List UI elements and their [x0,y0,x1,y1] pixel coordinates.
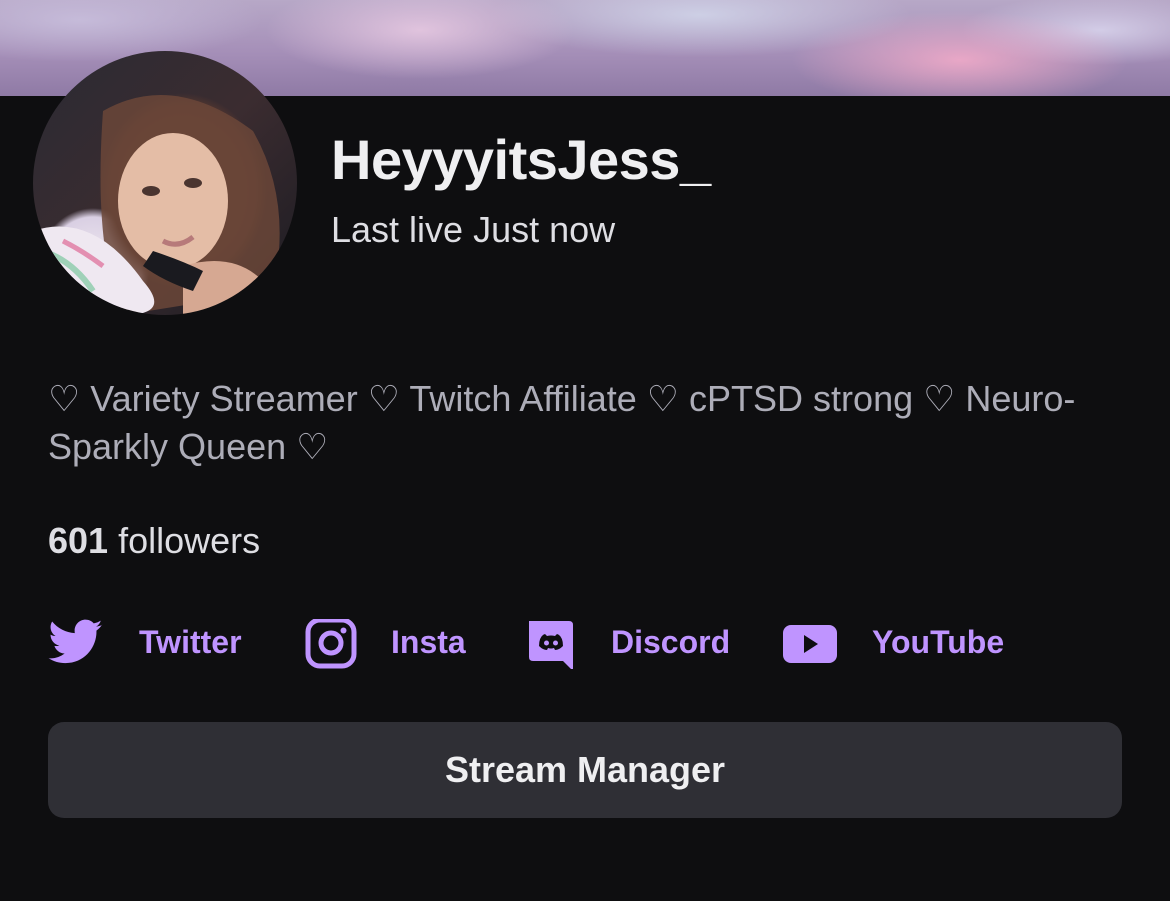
social-label-twitter: Twitter [139,624,242,660]
followers-number: 601 [48,520,109,561]
last-live-status: Last live Just now [331,209,616,250]
social-label-youtube: YouTube [872,624,1005,660]
followers-count: 601 followers [48,520,260,562]
instagram-icon [304,617,360,669]
channel-bio: ♡ Variety Streamer ♡ Twitch Affiliate ♡ … [48,378,1076,467]
avatar[interactable] [33,51,297,315]
social-links: Twitter Insta Discord YouTube [48,614,1128,674]
social-label-instagram: Insta [391,624,466,660]
social-link-twitter[interactable]: Twitter [48,614,258,674]
twitter-bird-icon [48,619,104,669]
channel-username: HeyyyitsJess_ [331,128,711,191]
avatar-photo [33,95,280,315]
youtube-icon [782,619,838,669]
social-link-youtube[interactable]: YouTube [782,614,1022,674]
followers-label: followers [108,520,261,561]
social-link-instagram[interactable]: Insta [304,614,474,674]
stream-manager-button[interactable]: Stream Manager [48,722,1122,818]
social-label-discord: Discord [611,624,731,660]
channel-profile-page: HeyyyitsJess_ Last live Just now ♡ Varie… [0,0,1170,901]
social-link-discord[interactable]: Discord [525,614,735,674]
discord-icon [525,619,581,671]
